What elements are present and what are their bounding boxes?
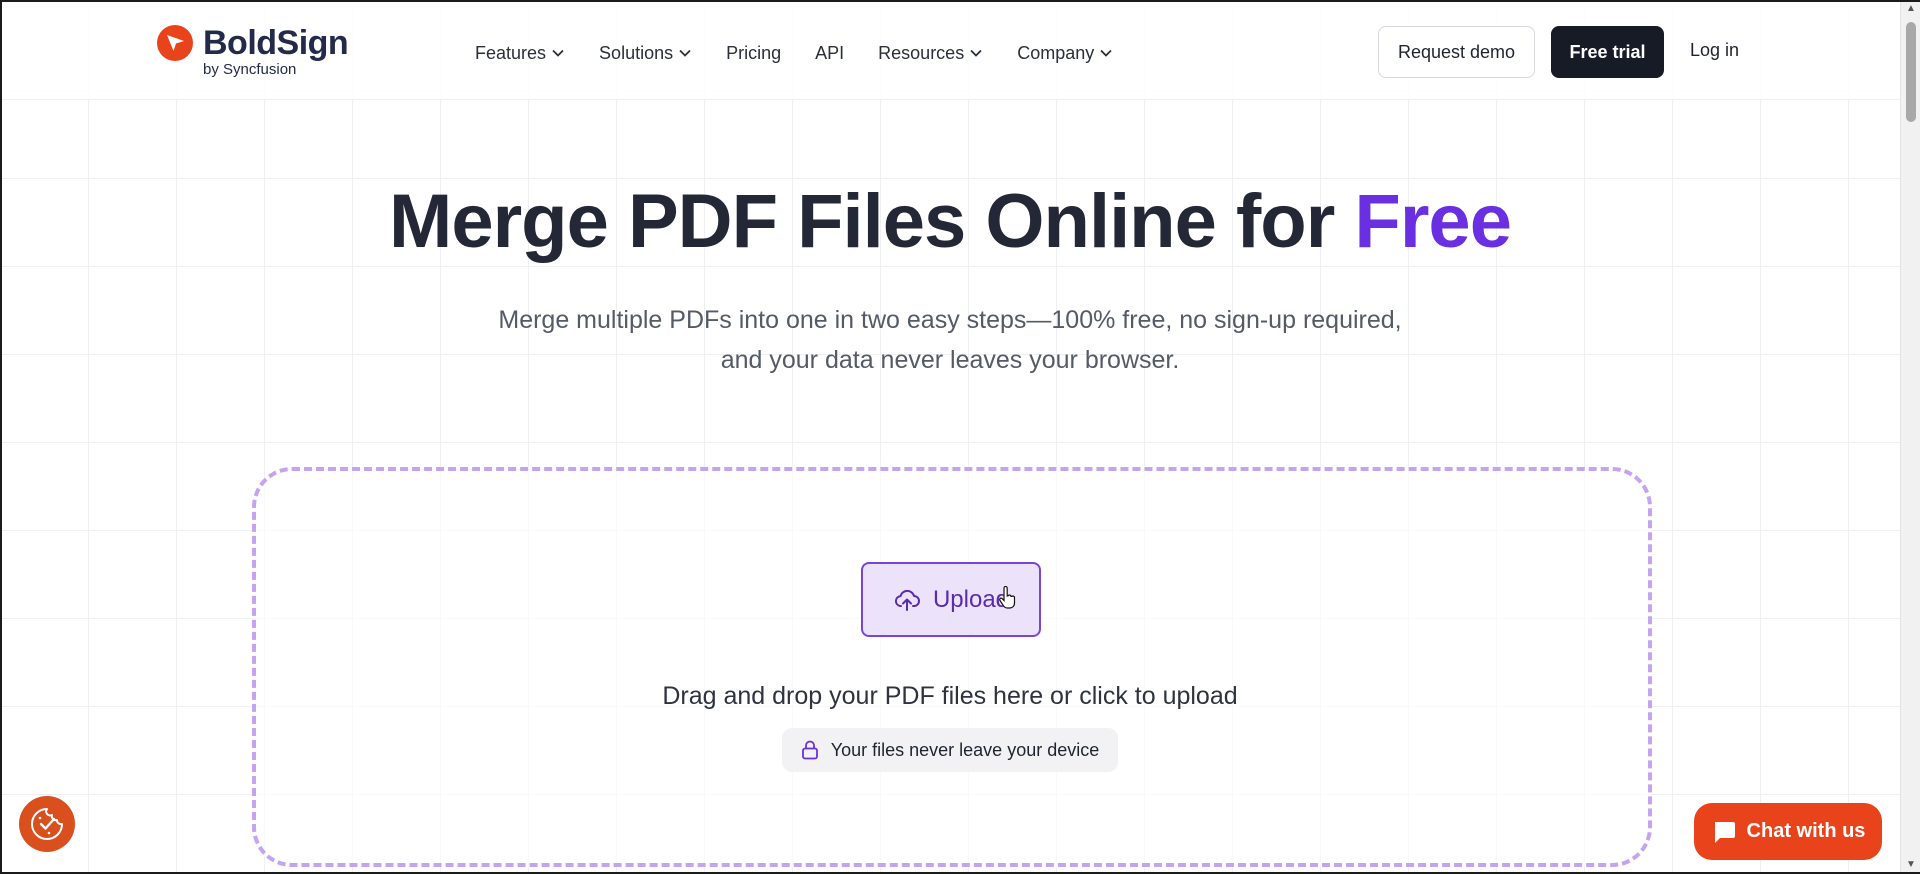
window-frame (0, 0, 1920, 874)
